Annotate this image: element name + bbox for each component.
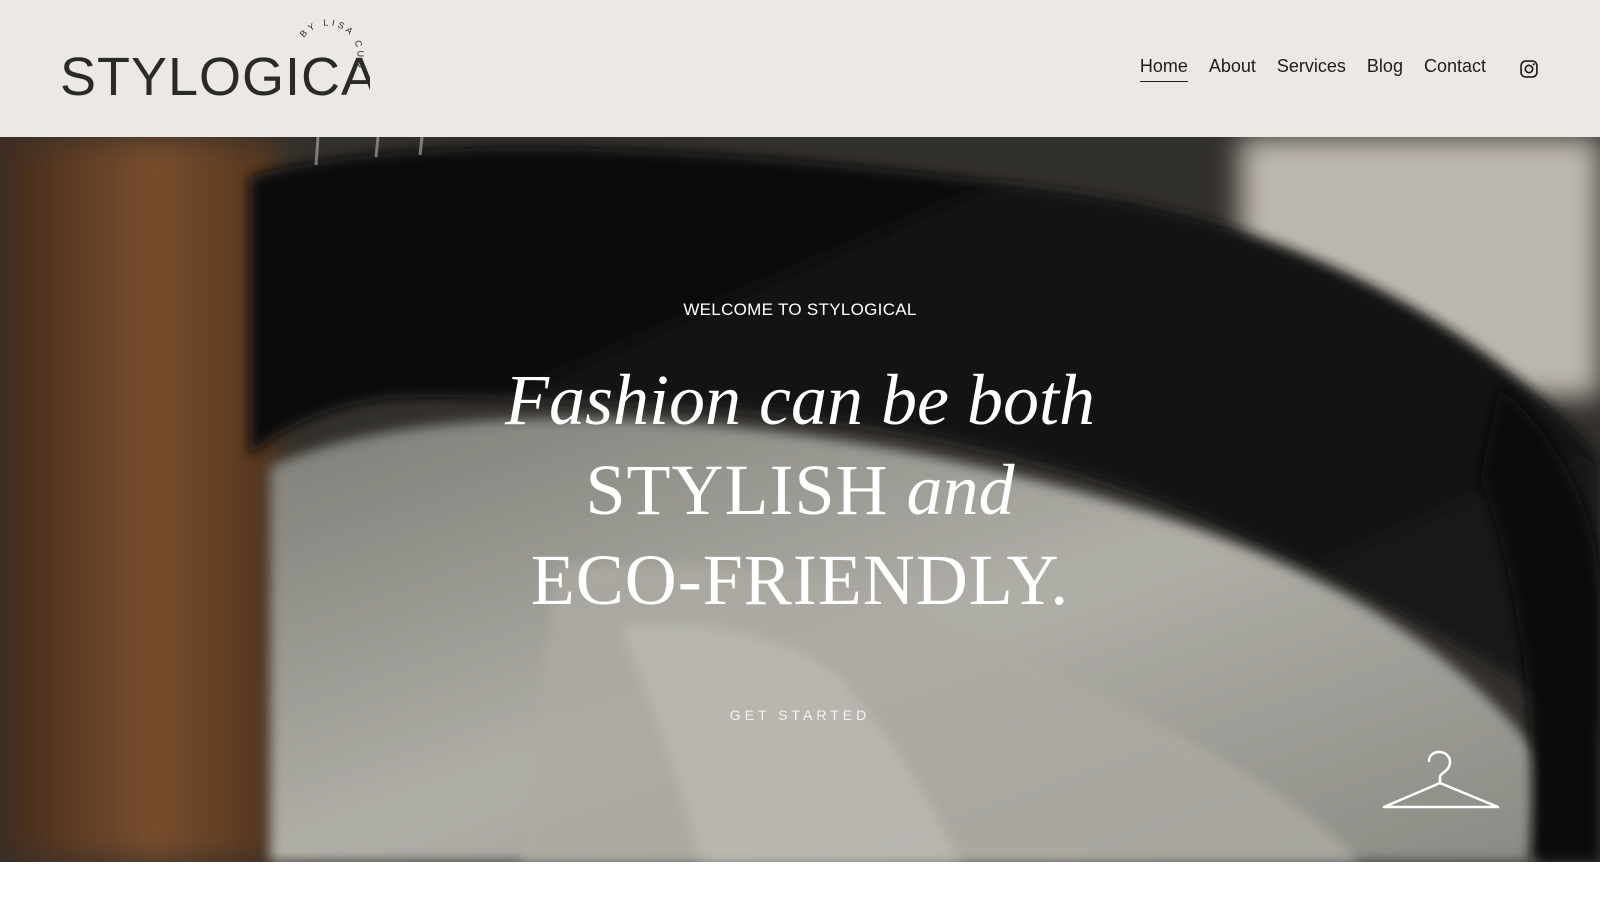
nav-item-about[interactable]: About bbox=[1209, 55, 1256, 81]
headline-and: and bbox=[906, 450, 1015, 530]
hero-eyebrow: WELCOME TO STYLOGICAL bbox=[683, 300, 917, 319]
headline-line-3: ECO-FRIENDLY. bbox=[530, 540, 1070, 620]
nav-item-blog[interactable]: Blog bbox=[1367, 55, 1403, 81]
nav-item-contact[interactable]: Contact bbox=[1424, 55, 1486, 81]
hero-section: WELCOME TO STYLOGICAL Fashion can be bot… bbox=[0, 137, 1600, 862]
hanger-icon bbox=[1378, 747, 1502, 813]
get-started-button[interactable]: GET STARTED bbox=[700, 699, 900, 731]
svg-text:STYLOGICAL: STYLOGICAL bbox=[60, 47, 370, 107]
site-header: STYLOGICAL BY LISA CURTIN Home About Ser… bbox=[0, 0, 1600, 137]
hero-content: WELCOME TO STYLOGICAL Fashion can be bot… bbox=[0, 137, 1600, 862]
instagram-icon[interactable] bbox=[1519, 59, 1539, 79]
main-navigation: Home About Services Blog Contact bbox=[1139, 0, 1600, 137]
headline-line-1: Fashion can be both bbox=[505, 360, 1095, 440]
headline-line-2: STYLISH and bbox=[0, 445, 1600, 535]
headline-stylish: STYLISH bbox=[585, 450, 889, 530]
nav-item-home[interactable]: Home bbox=[1139, 55, 1188, 82]
nav-item-services[interactable]: Services bbox=[1277, 55, 1346, 81]
stylogical-logo-mark: STYLOGICAL BY LISA CURTIN bbox=[60, 10, 370, 107]
hero-headline: Fashion can be both STYLISH and ECO-FRIE… bbox=[0, 355, 1600, 625]
site-logo[interactable]: STYLOGICAL BY LISA CURTIN bbox=[60, 10, 370, 110]
